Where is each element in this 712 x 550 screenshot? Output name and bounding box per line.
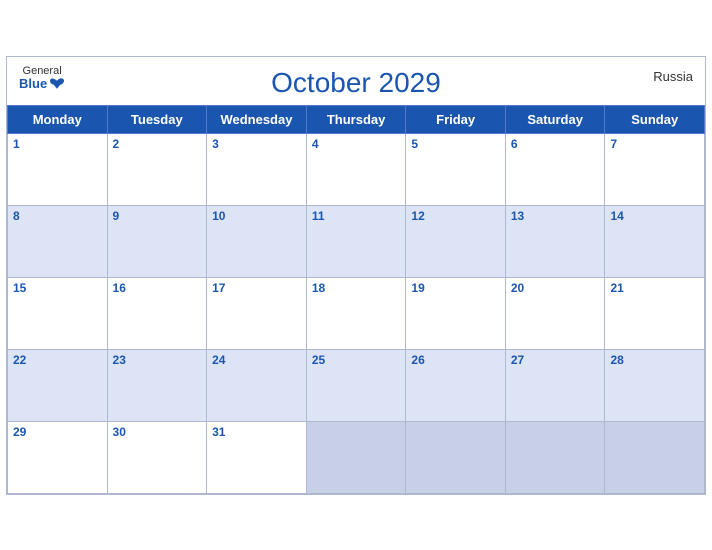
day-number: 23 [113, 353, 202, 367]
day-number: 25 [312, 353, 401, 367]
calendar-day-cell: 16 [107, 277, 207, 349]
calendar-table: Monday Tuesday Wednesday Thursday Friday… [7, 105, 705, 494]
calendar-day-cell: 26 [406, 349, 505, 421]
calendar-day-cell: 6 [505, 133, 605, 205]
header-saturday: Saturday [505, 105, 605, 133]
day-number: 20 [511, 281, 600, 295]
day-number: 13 [511, 209, 600, 223]
day-number: 8 [13, 209, 102, 223]
logo-bird-icon [49, 77, 65, 91]
day-number: 16 [113, 281, 202, 295]
calendar-day-cell: 27 [505, 349, 605, 421]
header-tuesday: Tuesday [107, 105, 207, 133]
calendar-day-cell: 11 [306, 205, 406, 277]
calendar-week-row: 29 30 31 [8, 421, 705, 493]
calendar-day-cell: 18 [306, 277, 406, 349]
day-number: 5 [411, 137, 499, 151]
day-number: 22 [13, 353, 102, 367]
calendar-day-cell: 15 [8, 277, 108, 349]
header-friday: Friday [406, 105, 505, 133]
calendar-title: October 2029 [271, 67, 441, 99]
day-number: 9 [113, 209, 202, 223]
calendar-day-cell: 22 [8, 349, 108, 421]
day-number: 21 [610, 281, 699, 295]
day-number: 2 [113, 137, 202, 151]
day-number: 18 [312, 281, 401, 295]
header-wednesday: Wednesday [207, 105, 307, 133]
calendar-day-cell: 29 [8, 421, 108, 493]
calendar-day-cell: 20 [505, 277, 605, 349]
calendar-day-cell: 4 [306, 133, 406, 205]
header-sunday: Sunday [605, 105, 705, 133]
day-number: 3 [212, 137, 301, 151]
day-number: 10 [212, 209, 301, 223]
calendar-day-cell: 17 [207, 277, 307, 349]
day-number: 7 [610, 137, 699, 151]
calendar-week-row: 22 23 24 25 26 27 28 [8, 349, 705, 421]
day-number: 28 [610, 353, 699, 367]
calendar-day-cell: 5 [406, 133, 505, 205]
day-number: 29 [13, 425, 102, 439]
day-number: 1 [13, 137, 102, 151]
calendar-day-cell: 2 [107, 133, 207, 205]
calendar-week-row: 89 10 11 12 13 14 [8, 205, 705, 277]
day-number: 14 [610, 209, 699, 223]
calendar-day-cell [605, 421, 705, 493]
calendar-day-cell [505, 421, 605, 493]
day-number: 6 [511, 137, 600, 151]
weekday-header-row: Monday Tuesday Wednesday Thursday Friday… [8, 105, 705, 133]
calendar-day-cell: 12 [406, 205, 505, 277]
day-number: 11 [312, 209, 401, 223]
day-number: 24 [212, 353, 301, 367]
calendar-day-cell: 13 [505, 205, 605, 277]
calendar-week-row: 15 16 17 18 19 20 21 [8, 277, 705, 349]
calendar-day-cell [306, 421, 406, 493]
day-number: 31 [212, 425, 301, 439]
day-number: 26 [411, 353, 499, 367]
calendar-day-cell: 21 [605, 277, 705, 349]
calendar-day-cell: 19 [406, 277, 505, 349]
calendar-day-cell: 7 [605, 133, 705, 205]
calendar-day-cell: 1 [8, 133, 108, 205]
calendar-day-cell: 24 [207, 349, 307, 421]
day-number: 30 [113, 425, 202, 439]
calendar-header: General Blue October 2029 Russia [7, 57, 705, 105]
calendar-container: General Blue October 2029 Russia Monday … [6, 56, 706, 495]
calendar-day-cell [406, 421, 505, 493]
calendar-day-cell: 10 [207, 205, 307, 277]
logo-general: General [23, 65, 62, 77]
logo-blue: Blue [19, 77, 65, 91]
calendar-day-cell: 25 [306, 349, 406, 421]
header-thursday: Thursday [306, 105, 406, 133]
header-monday: Monday [8, 105, 108, 133]
calendar-day-cell: 3 [207, 133, 307, 205]
day-number: 17 [212, 281, 301, 295]
day-number: 4 [312, 137, 401, 151]
day-number: 15 [13, 281, 102, 295]
calendar-day-cell: 8 [8, 205, 108, 277]
calendar-day-cell: 9 [107, 205, 207, 277]
logo: General Blue [19, 65, 65, 91]
day-number: 19 [411, 281, 499, 295]
calendar-day-cell: 23 [107, 349, 207, 421]
day-number: 27 [511, 353, 600, 367]
calendar-day-cell: 31 [207, 421, 307, 493]
calendar-day-cell: 14 [605, 205, 705, 277]
day-number: 12 [411, 209, 499, 223]
calendar-day-cell: 30 [107, 421, 207, 493]
calendar-day-cell: 28 [605, 349, 705, 421]
country-label: Russia [653, 69, 693, 84]
calendar-week-row: 1234567 [8, 133, 705, 205]
